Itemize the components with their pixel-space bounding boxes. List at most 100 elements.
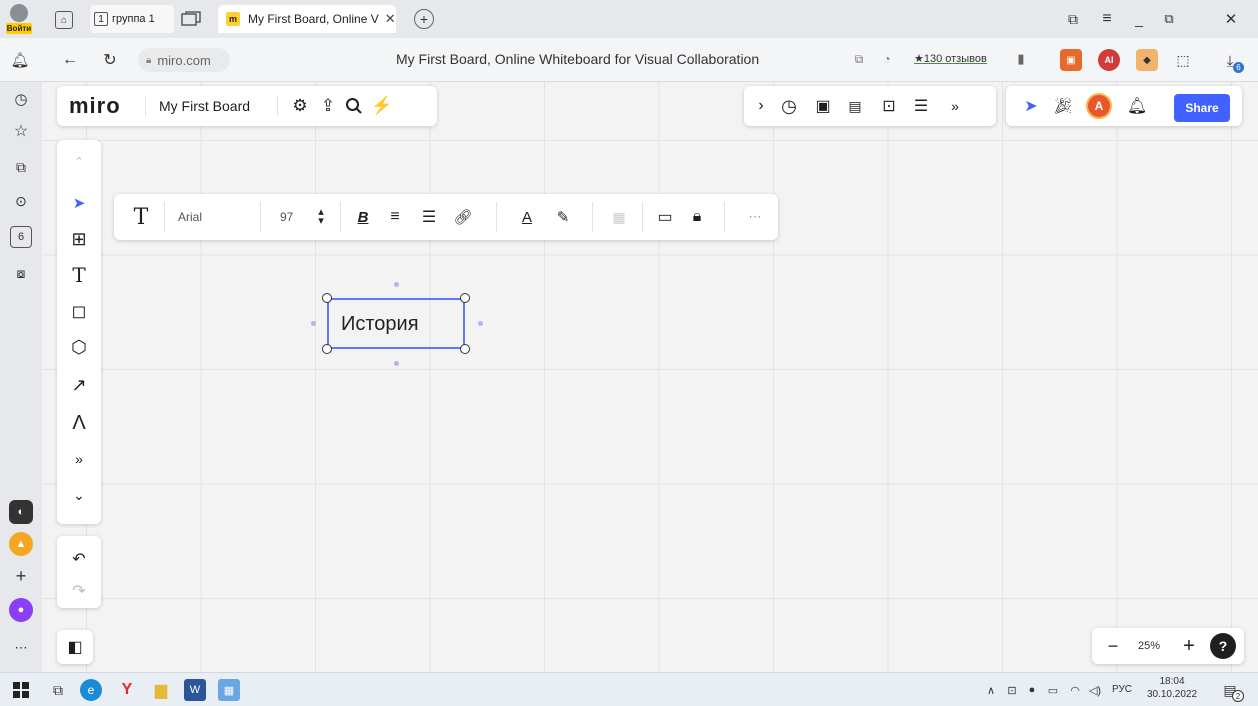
volume-icon[interactable]: ◁) bbox=[1086, 681, 1104, 699]
text-color-icon[interactable]: A bbox=[514, 204, 540, 230]
app-1-icon[interactable]: ◐ bbox=[9, 500, 33, 524]
restore-icon[interactable]: ⧉ bbox=[1160, 10, 1178, 28]
font-family-select[interactable]: Arial bbox=[178, 210, 202, 224]
expand-down-icon[interactable]: ⌄ bbox=[66, 482, 92, 508]
lock-object-icon[interactable]: 🔒︎ bbox=[684, 204, 710, 230]
back-icon[interactable]: ← bbox=[60, 50, 80, 70]
help-icon[interactable]: ? bbox=[1210, 633, 1236, 659]
task-view-icon[interactable]: ⧉ bbox=[48, 681, 68, 699]
extension-2-icon[interactable]: AI bbox=[1098, 49, 1120, 71]
bookmark-icon[interactable]: ▮ bbox=[1012, 50, 1030, 68]
cursor-follow-icon[interactable]: ➤ bbox=[1018, 93, 1044, 119]
notification-center-icon[interactable]: ▤ 2 bbox=[1218, 679, 1244, 702]
collections-icon[interactable]: ⧉ bbox=[10, 156, 32, 178]
resize-handle-bottom-left[interactable] bbox=[322, 344, 332, 354]
bullet-list-icon[interactable]: ☰ bbox=[416, 204, 442, 230]
templates-icon[interactable]: ⊞ bbox=[66, 226, 92, 252]
more-apps-icon[interactable]: ⋯ bbox=[9, 638, 33, 658]
frames-panel-button[interactable]: ◧ bbox=[57, 630, 93, 664]
more-apps-arrow-icon[interactable]: » bbox=[66, 446, 92, 472]
collapse-up-icon[interactable]: ⌃ bbox=[66, 148, 92, 174]
font-size-input[interactable]: 97 bbox=[280, 210, 293, 224]
media-icon[interactable]: ⊙ bbox=[10, 190, 32, 212]
font-size-stepper-icon[interactable]: ▴ ▾ bbox=[308, 204, 334, 230]
yandex-browser-icon[interactable]: Y bbox=[116, 679, 138, 701]
close-window-icon[interactable]: ✕ bbox=[1222, 10, 1240, 28]
tray-overflow-icon[interactable]: ∧ bbox=[984, 681, 998, 699]
new-tab-group-icon[interactable] bbox=[180, 10, 202, 28]
tab-active-miro[interactable]: m My First Board, Online V ✕ bbox=[218, 5, 396, 33]
zoom-out-icon[interactable]: − bbox=[1100, 633, 1126, 659]
resize-handle-top-right[interactable] bbox=[460, 293, 470, 303]
redo-icon[interactable]: ↷ bbox=[66, 578, 92, 604]
search-icon[interactable] bbox=[341, 93, 367, 119]
more-options-icon[interactable]: ⋯ bbox=[742, 204, 768, 230]
edge-icon[interactable]: e bbox=[80, 679, 102, 701]
comment-icon[interactable]: ▭ bbox=[652, 204, 678, 230]
voting-icon[interactable]: ▤ bbox=[842, 93, 868, 119]
miro-logo[interactable]: miro bbox=[69, 93, 121, 119]
connector-dot-bottom[interactable] bbox=[394, 361, 399, 366]
extension-1-icon[interactable]: ▣ bbox=[1060, 49, 1082, 71]
miro-board-canvas[interactable] bbox=[42, 82, 1258, 672]
presentation-icon[interactable]: ⊡ bbox=[876, 93, 902, 119]
resize-handle-top-left[interactable] bbox=[322, 293, 332, 303]
alice-icon[interactable]: ● bbox=[9, 598, 33, 622]
windows-start-icon[interactable] bbox=[12, 681, 30, 699]
board-name[interactable]: My First Board bbox=[159, 98, 250, 114]
word-icon[interactable]: W bbox=[184, 679, 206, 701]
close-tab-icon[interactable]: ✕ bbox=[385, 11, 396, 27]
notification-bell-icon[interactable]: 🔔︎ bbox=[1124, 93, 1150, 119]
zoom-level[interactable]: 25% bbox=[1138, 640, 1160, 652]
keyboard-language[interactable]: РУС bbox=[1112, 684, 1132, 695]
extension-4-icon[interactable]: ⬚ bbox=[1172, 49, 1194, 71]
clock[interactable]: 18:04 30.10.2022 bbox=[1142, 676, 1202, 704]
expand-chevron-icon[interactable]: › bbox=[748, 93, 774, 119]
screenshot-icon[interactable]: ⧇ bbox=[10, 262, 32, 284]
notes-icon[interactable]: ☰ bbox=[908, 93, 934, 119]
celebrate-icon[interactable]: 🎉︎ bbox=[1050, 93, 1076, 119]
connector-dot-left[interactable] bbox=[311, 321, 316, 326]
avatar[interactable]: A bbox=[1086, 93, 1112, 119]
counter-icon[interactable]: 6 bbox=[10, 226, 32, 248]
photos-icon[interactable]: ▦ bbox=[218, 679, 240, 701]
highlight-icon[interactable]: ✎ bbox=[550, 204, 576, 230]
extension-3-icon[interactable]: ◆ bbox=[1136, 49, 1158, 71]
reload-icon[interactable]: ↻ bbox=[100, 50, 120, 70]
microphone-icon[interactable]: ● bbox=[1024, 681, 1040, 699]
integrations-icon[interactable]: ⚡ bbox=[369, 93, 395, 119]
zoom-in-icon[interactable]: + bbox=[1176, 633, 1202, 659]
link-icon[interactable]: 🔗︎ bbox=[450, 204, 476, 230]
undo-icon[interactable]: ↶ bbox=[66, 546, 92, 572]
file-explorer-icon[interactable]: ▆ bbox=[150, 679, 172, 701]
tray-app-icon[interactable]: ⊡ bbox=[1004, 681, 1020, 699]
align-left-icon[interactable]: ≡ bbox=[382, 204, 408, 230]
settings-icon[interactable]: ⚙ bbox=[287, 93, 313, 119]
history-icon[interactable]: ◷ bbox=[10, 88, 32, 110]
battery-icon[interactable]: ▭ bbox=[1044, 681, 1062, 699]
select-cursor-icon[interactable]: ➤ bbox=[66, 190, 92, 216]
connector-dot-right[interactable] bbox=[478, 321, 483, 326]
reviews-link[interactable]: ★130 отзывов bbox=[914, 52, 987, 65]
canvas-text[interactable]: История bbox=[341, 313, 419, 336]
protect-icon[interactable]: ◔ bbox=[878, 50, 896, 68]
app-2-icon[interactable]: ▲ bbox=[9, 532, 33, 556]
bold-icon[interactable]: B bbox=[350, 204, 376, 230]
login-button[interactable]: Войти bbox=[6, 3, 32, 35]
tab-manager-icon[interactable]: ⧉ bbox=[1064, 10, 1082, 28]
sticky-note-tool-icon[interactable]: ◻ bbox=[66, 298, 92, 324]
new-tab-icon[interactable]: + bbox=[414, 9, 434, 29]
timer-icon[interactable]: ◷ bbox=[776, 93, 802, 119]
text-tool-icon[interactable]: T bbox=[66, 262, 92, 288]
address-field[interactable]: 🔒︎ miro.com bbox=[138, 48, 230, 72]
more-tools-chevron-icon[interactable]: » bbox=[942, 93, 968, 119]
add-panel-icon[interactable]: + bbox=[9, 564, 33, 588]
pen-tool-icon[interactable]: Λ bbox=[66, 410, 92, 436]
favorites-icon[interactable]: ☆ bbox=[10, 120, 32, 142]
share-button[interactable]: Share bbox=[1174, 94, 1230, 122]
connection-line-icon[interactable]: ↗ bbox=[66, 372, 92, 398]
copy-icon[interactable]: ⧉ bbox=[850, 50, 868, 68]
menu-icon[interactable]: ≡ bbox=[1098, 10, 1116, 28]
tab-home-icon[interactable]: ⌂ bbox=[55, 11, 73, 29]
shapes-tool-icon[interactable]: ⬡ bbox=[66, 334, 92, 360]
